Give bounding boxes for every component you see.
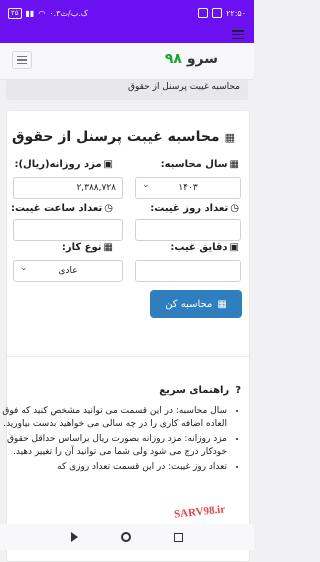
daily-wage-value: ۲,۳۸۸,۷۲۸	[76, 183, 116, 193]
salary-label: ▣ مزد روزانه(ریال):	[14, 159, 113, 170]
clock-icon: ◷	[230, 203, 239, 214]
year-label: ▦ سال محاسبه:	[160, 159, 239, 170]
calculator-icon: ▦	[224, 130, 235, 144]
absence-days-label: ◷ تعداد روز غیبت:	[150, 203, 239, 214]
money-icon: ▣	[229, 242, 239, 253]
help-item: تعداد روز غیبت: در این قسمت تعداد روزی ک…	[0, 461, 227, 474]
year-select[interactable]: ۱۴۰۳	[135, 177, 241, 199]
recent-apps-icon[interactable]	[173, 532, 183, 542]
work-type-label: ▦ نوع کار:	[61, 242, 113, 253]
help-item: مزد روزانه: مزد روزانه بصورت ریال براساس…	[0, 433, 227, 459]
help-title: ? راهنمای سریع	[159, 385, 241, 396]
absence-days-input[interactable]	[135, 219, 241, 241]
signal-icon: ▮▮	[25, 8, 35, 18]
calculator-icon: ▦	[217, 298, 227, 310]
system-navigation-bar	[0, 524, 254, 550]
back-icon[interactable]	[71, 532, 79, 542]
absence-minutes-input[interactable]	[135, 260, 241, 282]
navbar-toggle-button[interactable]	[12, 51, 32, 69]
app-notification-icon	[198, 8, 209, 18]
calculator-card: ▦ محاسبه غیبت پرسنل از حقوق ▦ سال محاسبه…	[2, 110, 250, 562]
breadcrumb: محاسبه غیبت پرسنل از حقوق	[6, 80, 248, 100]
brand-number: ۹۸	[164, 51, 182, 67]
site-navbar: سرو ۹۸	[0, 43, 254, 80]
status-icons-right: ۲۲:۵۰	[198, 8, 246, 18]
money-icon: ▣	[103, 159, 113, 170]
clock: ۲۲:۵۰	[226, 8, 246, 18]
daily-wage-input[interactable]: ۲,۳۸۸,۷۲۸	[13, 177, 123, 199]
wifi-icon: ◠	[38, 8, 46, 18]
help-list: سال محاسبه: در این قسمت می توانید مشخص ک…	[0, 405, 241, 476]
help-item: سال محاسبه: در این قسمت می توانید مشخص ک…	[0, 405, 227, 431]
work-type-value: عادی	[58, 266, 78, 276]
network-speed: ۰.۳ک.ب/ث	[49, 8, 88, 18]
absence-hours-label: ◷ تعداد ساعت غیبت:	[10, 203, 113, 214]
divider	[7, 356, 249, 357]
brand-name: سرو	[186, 51, 218, 67]
clock-icon: ◷	[104, 203, 113, 214]
app-notification-icon	[212, 8, 223, 18]
site-logo[interactable]: سرو ۹۸	[165, 51, 218, 67]
menu-icon[interactable]	[232, 30, 244, 39]
calculate-button-label: محاسبه کن	[165, 298, 213, 310]
work-type-select[interactable]: عادی	[13, 260, 123, 282]
status-icons-left: ۲۵ ▮▮ ◠ ۰.۳ک.ب/ث	[8, 7, 88, 19]
status-bar: ۲۵ ▮▮ ◠ ۰.۳ک.ب/ث ۲۲:۵۰	[0, 0, 254, 26]
year-value: ۱۴۰۳	[178, 183, 198, 193]
calculate-button[interactable]: ▦ محاسبه کن	[150, 290, 242, 318]
absence-hours-input[interactable]	[13, 219, 123, 241]
calendar-icon: ▦	[103, 242, 113, 253]
home-icon[interactable]	[120, 532, 131, 542]
page-title-text: محاسبه غیبت پرسنل از حقوق	[12, 129, 220, 145]
page-title: ▦ محاسبه غیبت پرسنل از حقوق	[12, 129, 235, 145]
question-icon: ?	[235, 385, 241, 396]
battery-icon: ۲۵	[8, 7, 22, 19]
calendar-icon: ▦	[229, 159, 239, 170]
browser-toolbar	[0, 26, 254, 43]
absence-minutes-label: ▣ دقایق غیب:	[170, 242, 239, 253]
